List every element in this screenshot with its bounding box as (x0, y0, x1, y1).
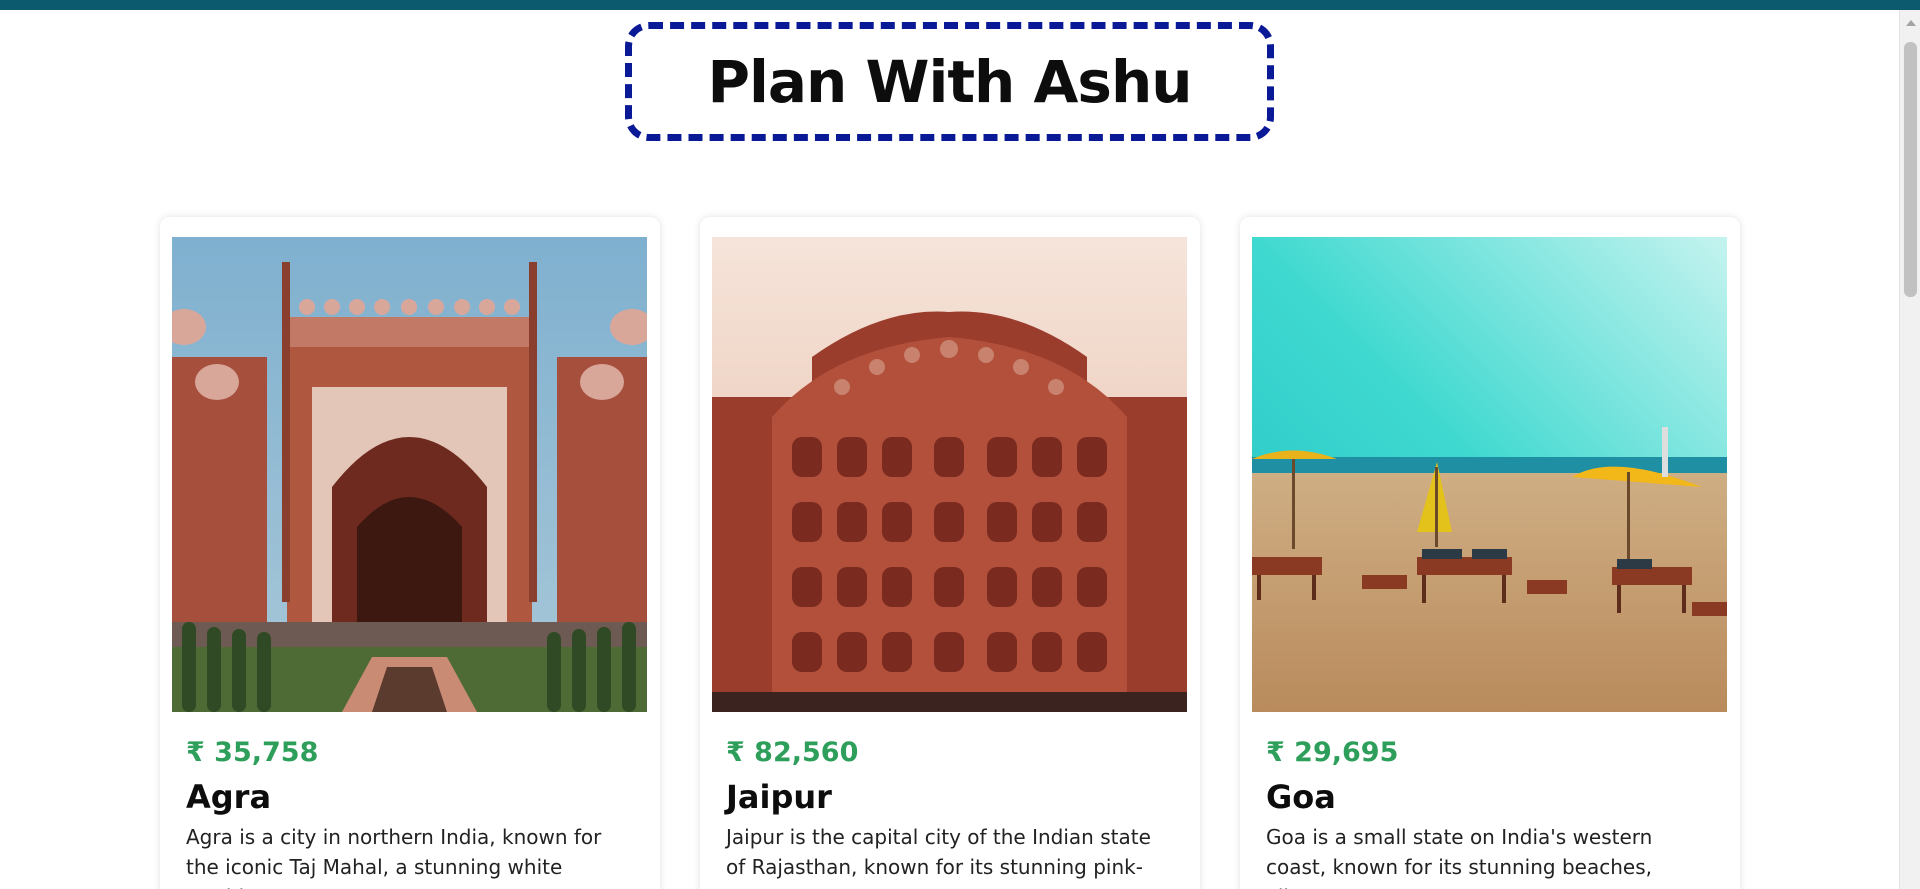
destination-card-jaipur[interactable]: ₹ 82,560 Jaipur Jaipur is the capital ci… (700, 217, 1200, 889)
page-scrollbar[interactable] (1899, 10, 1920, 889)
city-name: Goa (1266, 778, 1336, 816)
price-label: ₹ 82,560 (726, 737, 859, 768)
page-title: Plan With Ashu (707, 47, 1192, 116)
city-description: Jaipur is the capital city of the Indian… (726, 825, 1151, 879)
destination-card-agra[interactable]: ₹ 35,758 Agra Agra is a city in northern… (160, 217, 660, 889)
price-label: ₹ 29,695 (1266, 737, 1399, 768)
top-accent-bar (0, 0, 1920, 10)
city-description: Goa is a small state on India's western … (1266, 825, 1653, 889)
price-label: ₹ 35,758 (186, 737, 319, 768)
scrollbar-thumb[interactable] (1904, 42, 1917, 297)
destination-card-goa[interactable]: ₹ 29,695 Goa Goa is a small state on Ind… (1240, 217, 1740, 889)
city-description: Agra is a city in northern India, known … (186, 825, 602, 889)
city-name: Agra (186, 778, 272, 816)
hawa-mahal-image (712, 237, 1187, 712)
site-title-box: Plan With Ashu (625, 22, 1274, 141)
city-name: Jaipur (726, 778, 832, 816)
scroll-up-arrow-icon[interactable] (1906, 20, 1916, 26)
taj-mahal-gate-image (172, 237, 647, 712)
goa-beach-image (1252, 237, 1727, 712)
